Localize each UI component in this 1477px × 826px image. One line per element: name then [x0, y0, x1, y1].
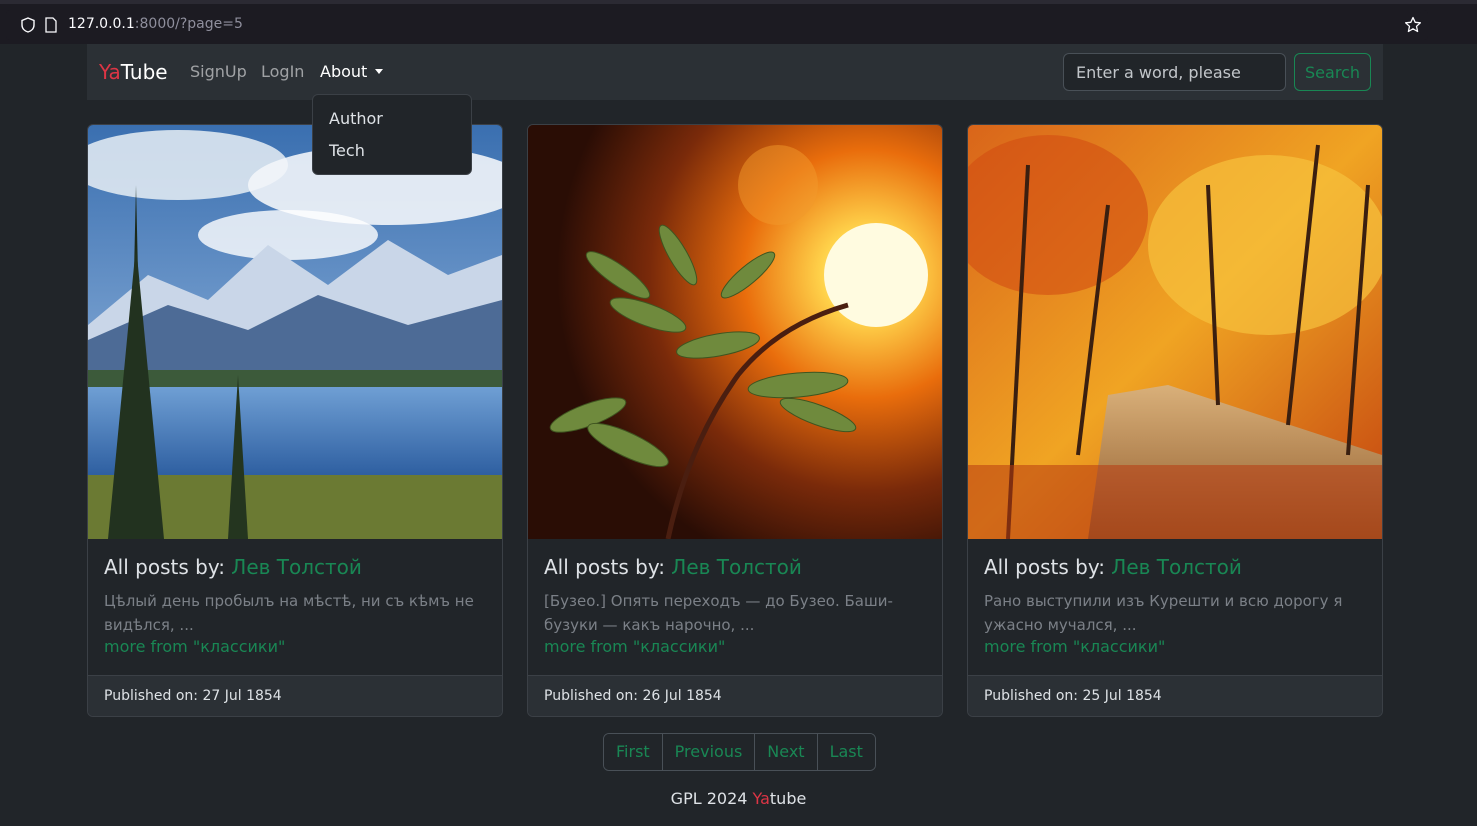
search-button[interactable]: Search	[1294, 53, 1371, 91]
dropdown-item-author[interactable]: Author	[329, 109, 383, 128]
nav-signup[interactable]: SignUp	[190, 62, 247, 81]
about-dropdown-menu: Author Tech	[312, 94, 472, 175]
card-footer-date: Published on: 27 Jul 1854	[88, 675, 502, 716]
author-link[interactable]: Лев Толстой	[231, 555, 362, 579]
page-previous[interactable]: Previous	[661, 734, 755, 770]
mountain-lake-image[interactable]	[88, 125, 502, 539]
card-title: All posts by: Лев Толстой	[104, 555, 362, 579]
url-text[interactable]: 127.0.0.1:8000/?page=5	[68, 16, 243, 32]
card-text: [Бузео.] Опять переходъ — до Бузео. Баши…	[544, 592, 893, 634]
card-title: All posts by: Лев Толстой	[984, 555, 1242, 579]
page-last[interactable]: Last	[816, 734, 875, 770]
post-card: All posts by: Лев Толстой Рано выступили…	[967, 124, 1383, 717]
card-footer-date: Published on: 26 Jul 1854	[528, 675, 942, 716]
more-from-group-link[interactable]: more from "классики"	[984, 637, 1165, 656]
page-icon	[45, 17, 57, 33]
card-footer-date: Published on: 25 Jul 1854	[968, 675, 1382, 716]
author-link[interactable]: Лев Толстой	[671, 555, 802, 579]
dropdown-item-tech[interactable]: Tech	[329, 141, 365, 160]
autumn-forest-image[interactable]	[968, 125, 1382, 539]
card-title: All posts by: Лев Толстой	[544, 555, 802, 579]
card-text: Рано выступили изъ Курешти и всю дорогу …	[984, 592, 1343, 634]
post-card: All posts by: Лев Толстой Цѣлый день про…	[87, 124, 503, 717]
bookmark-star-icon[interactable]	[1404, 16, 1422, 34]
author-link[interactable]: Лев Толстой	[1111, 555, 1242, 579]
leaf-sunset-image[interactable]	[528, 125, 942, 539]
navbar: YaTube SignUp LogIn About Search	[87, 44, 1383, 100]
more-from-group-link[interactable]: more from "классики"	[104, 637, 285, 656]
address-bar[interactable]: 127.0.0.1:8000/?page=5	[6, 10, 1428, 40]
nav-about-dropdown[interactable]: About	[320, 62, 384, 81]
pagination: First Previous Next Last	[603, 733, 876, 771]
browser-toolbar: 127.0.0.1:8000/?page=5	[0, 0, 1477, 44]
nav-login[interactable]: LogIn	[261, 62, 304, 81]
caret-down-icon	[375, 69, 384, 74]
brand-logo[interactable]: YaTube	[99, 60, 168, 84]
page-next[interactable]: Next	[754, 734, 817, 770]
shield-icon[interactable]	[20, 17, 36, 33]
page-first[interactable]: First	[604, 734, 662, 770]
post-card: All posts by: Лев Толстой [Бузео.] Опять…	[527, 124, 943, 717]
search-input[interactable]	[1063, 53, 1286, 91]
card-text: Цѣлый день пробылъ на мѣстѣ, ни съ кѣмъ …	[104, 592, 474, 634]
more-from-group-link[interactable]: more from "классики"	[544, 637, 725, 656]
page-footer: GPL 2024 Yatube	[670, 789, 807, 808]
